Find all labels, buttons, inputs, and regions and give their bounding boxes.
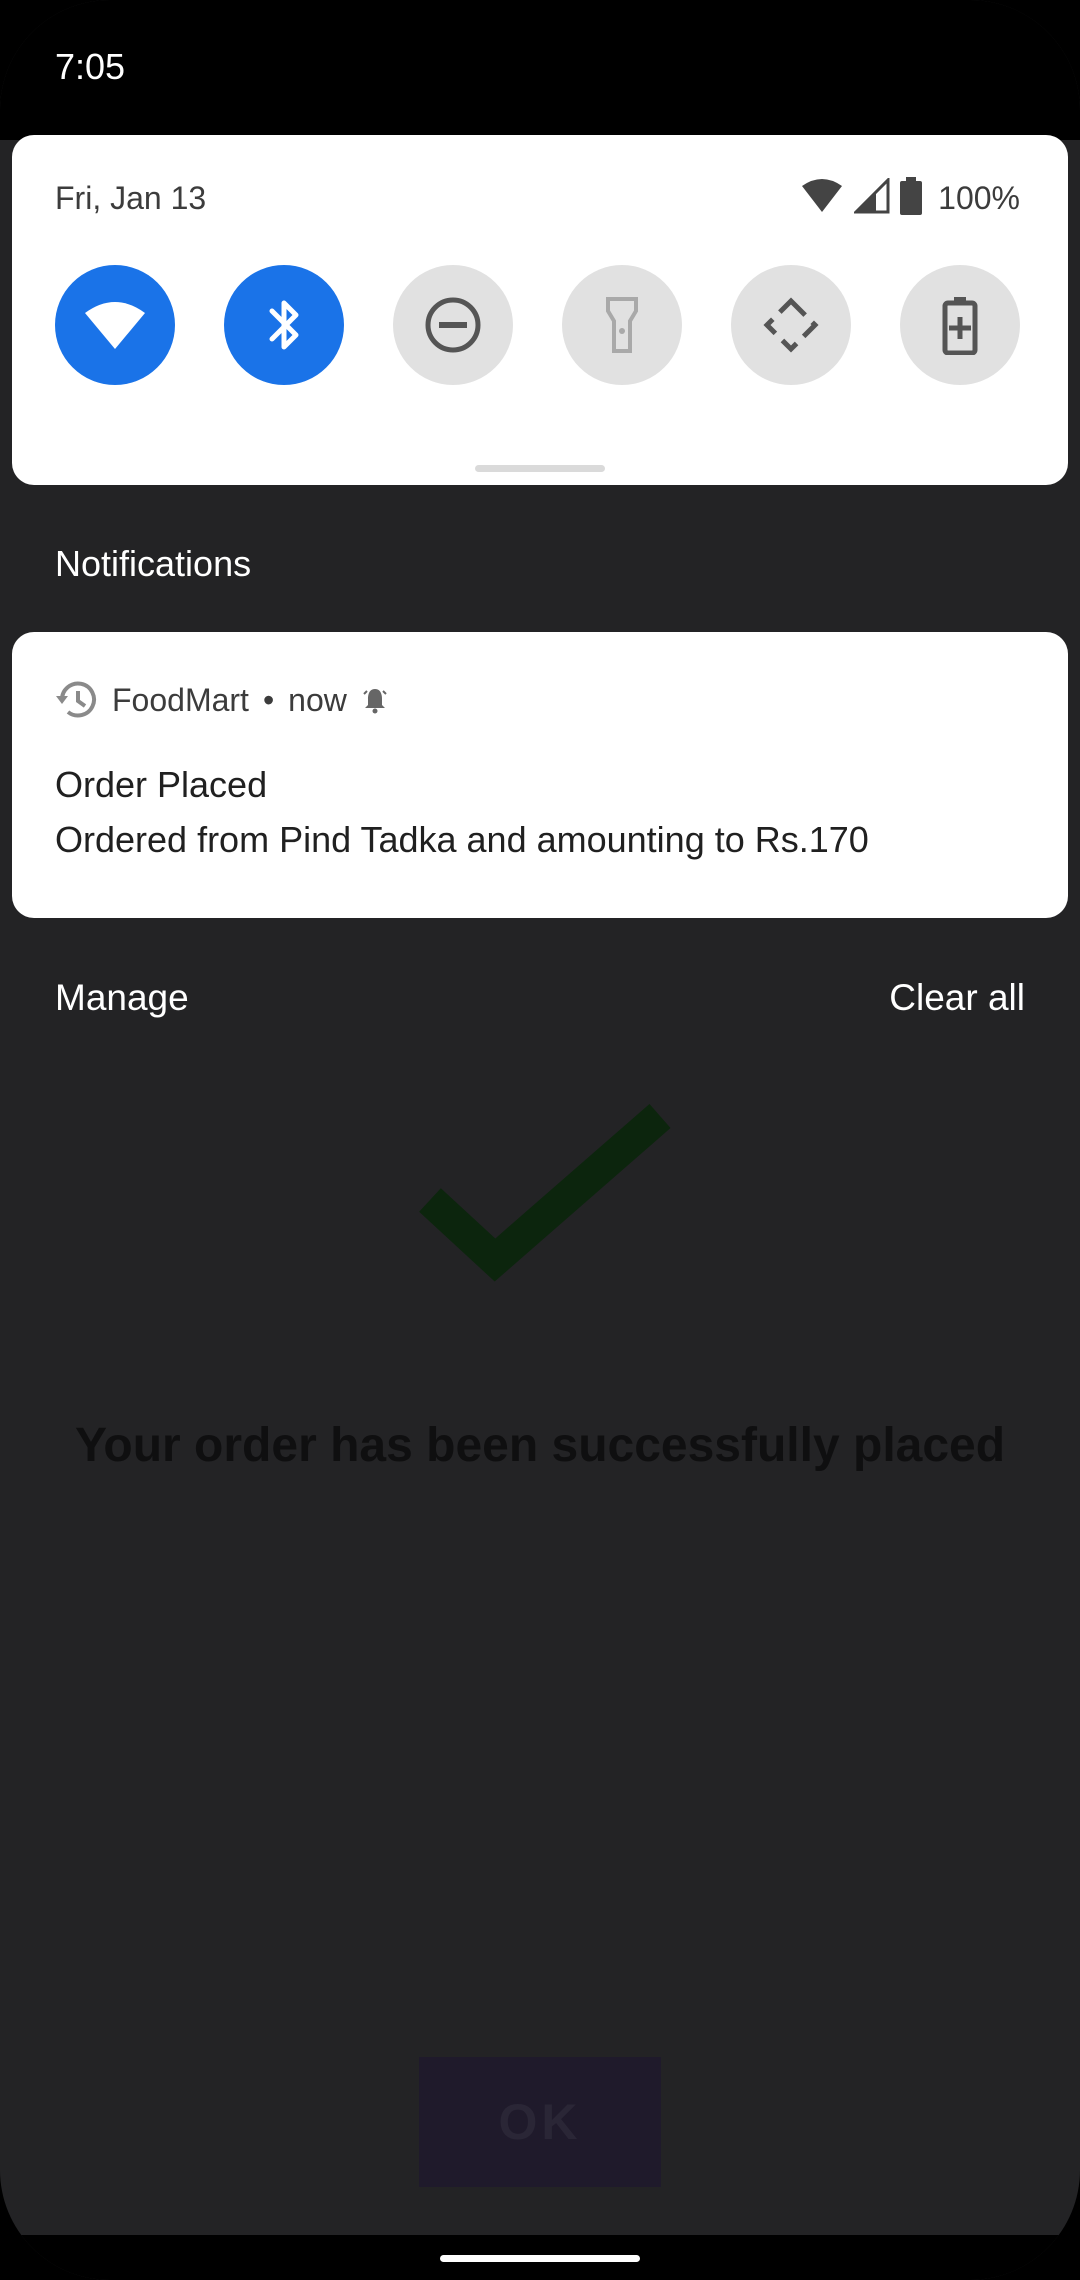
do-not-disturb-tile[interactable] [393,265,513,385]
auto-rotate-icon [763,297,819,353]
do-not-disturb-icon [425,297,481,353]
bluetooth-tile[interactable] [224,265,344,385]
notification-card[interactable]: FoodMart • now Order Placed Ordered from… [12,632,1068,918]
battery-percent: 100% [938,180,1020,216]
clear-all-button[interactable]: Clear all [889,977,1025,1019]
alert-bell-icon [363,689,387,714]
wifi-tile[interactable] [55,265,175,385]
battery-saver-icon [942,297,978,355]
notification-text: Ordered from Pind Tadka and amounting to… [55,819,869,860]
notification-app-name: FoodMart [112,681,249,718]
qs-status-icons: 100% [800,176,1020,220]
flashlight-icon [606,297,638,353]
status-bar: 7:05 [0,0,1080,140]
bluetooth-icon [269,300,299,350]
home-gesture-handle[interactable] [440,2255,640,2262]
notification-separator: • [262,681,275,718]
notification-header: FoodMart • now [54,680,389,720]
notifications-header: Notifications [55,543,252,584]
battery-icon [900,177,923,220]
qs-date: Fri, Jan 13 [55,180,207,216]
success-message: Your order has been successfully placed [74,1419,1006,1472]
wifi-icon [85,302,145,349]
screen: 7:05 Fri, Jan 13 100% Notifications Food… [0,0,1080,2280]
manage-button[interactable]: Manage [55,977,189,1019]
auto-rotate-tile[interactable] [731,265,851,385]
notification-title: Order Placed [55,764,268,805]
ok-button[interactable]: OK [419,2057,661,2187]
qs-drag-handle[interactable] [475,465,605,472]
battery-saver-tile[interactable] [900,265,1020,385]
quick-settings-panel: Fri, Jan 13 100% [12,135,1068,485]
success-check-icon [419,1103,671,1282]
history-icon [56,681,96,718]
wifi-signal-icon [800,178,844,219]
notification-time: now [288,681,347,718]
flashlight-tile[interactable] [562,265,682,385]
status-clock: 7:05 [55,46,126,87]
cell-signal-icon [852,176,890,219]
